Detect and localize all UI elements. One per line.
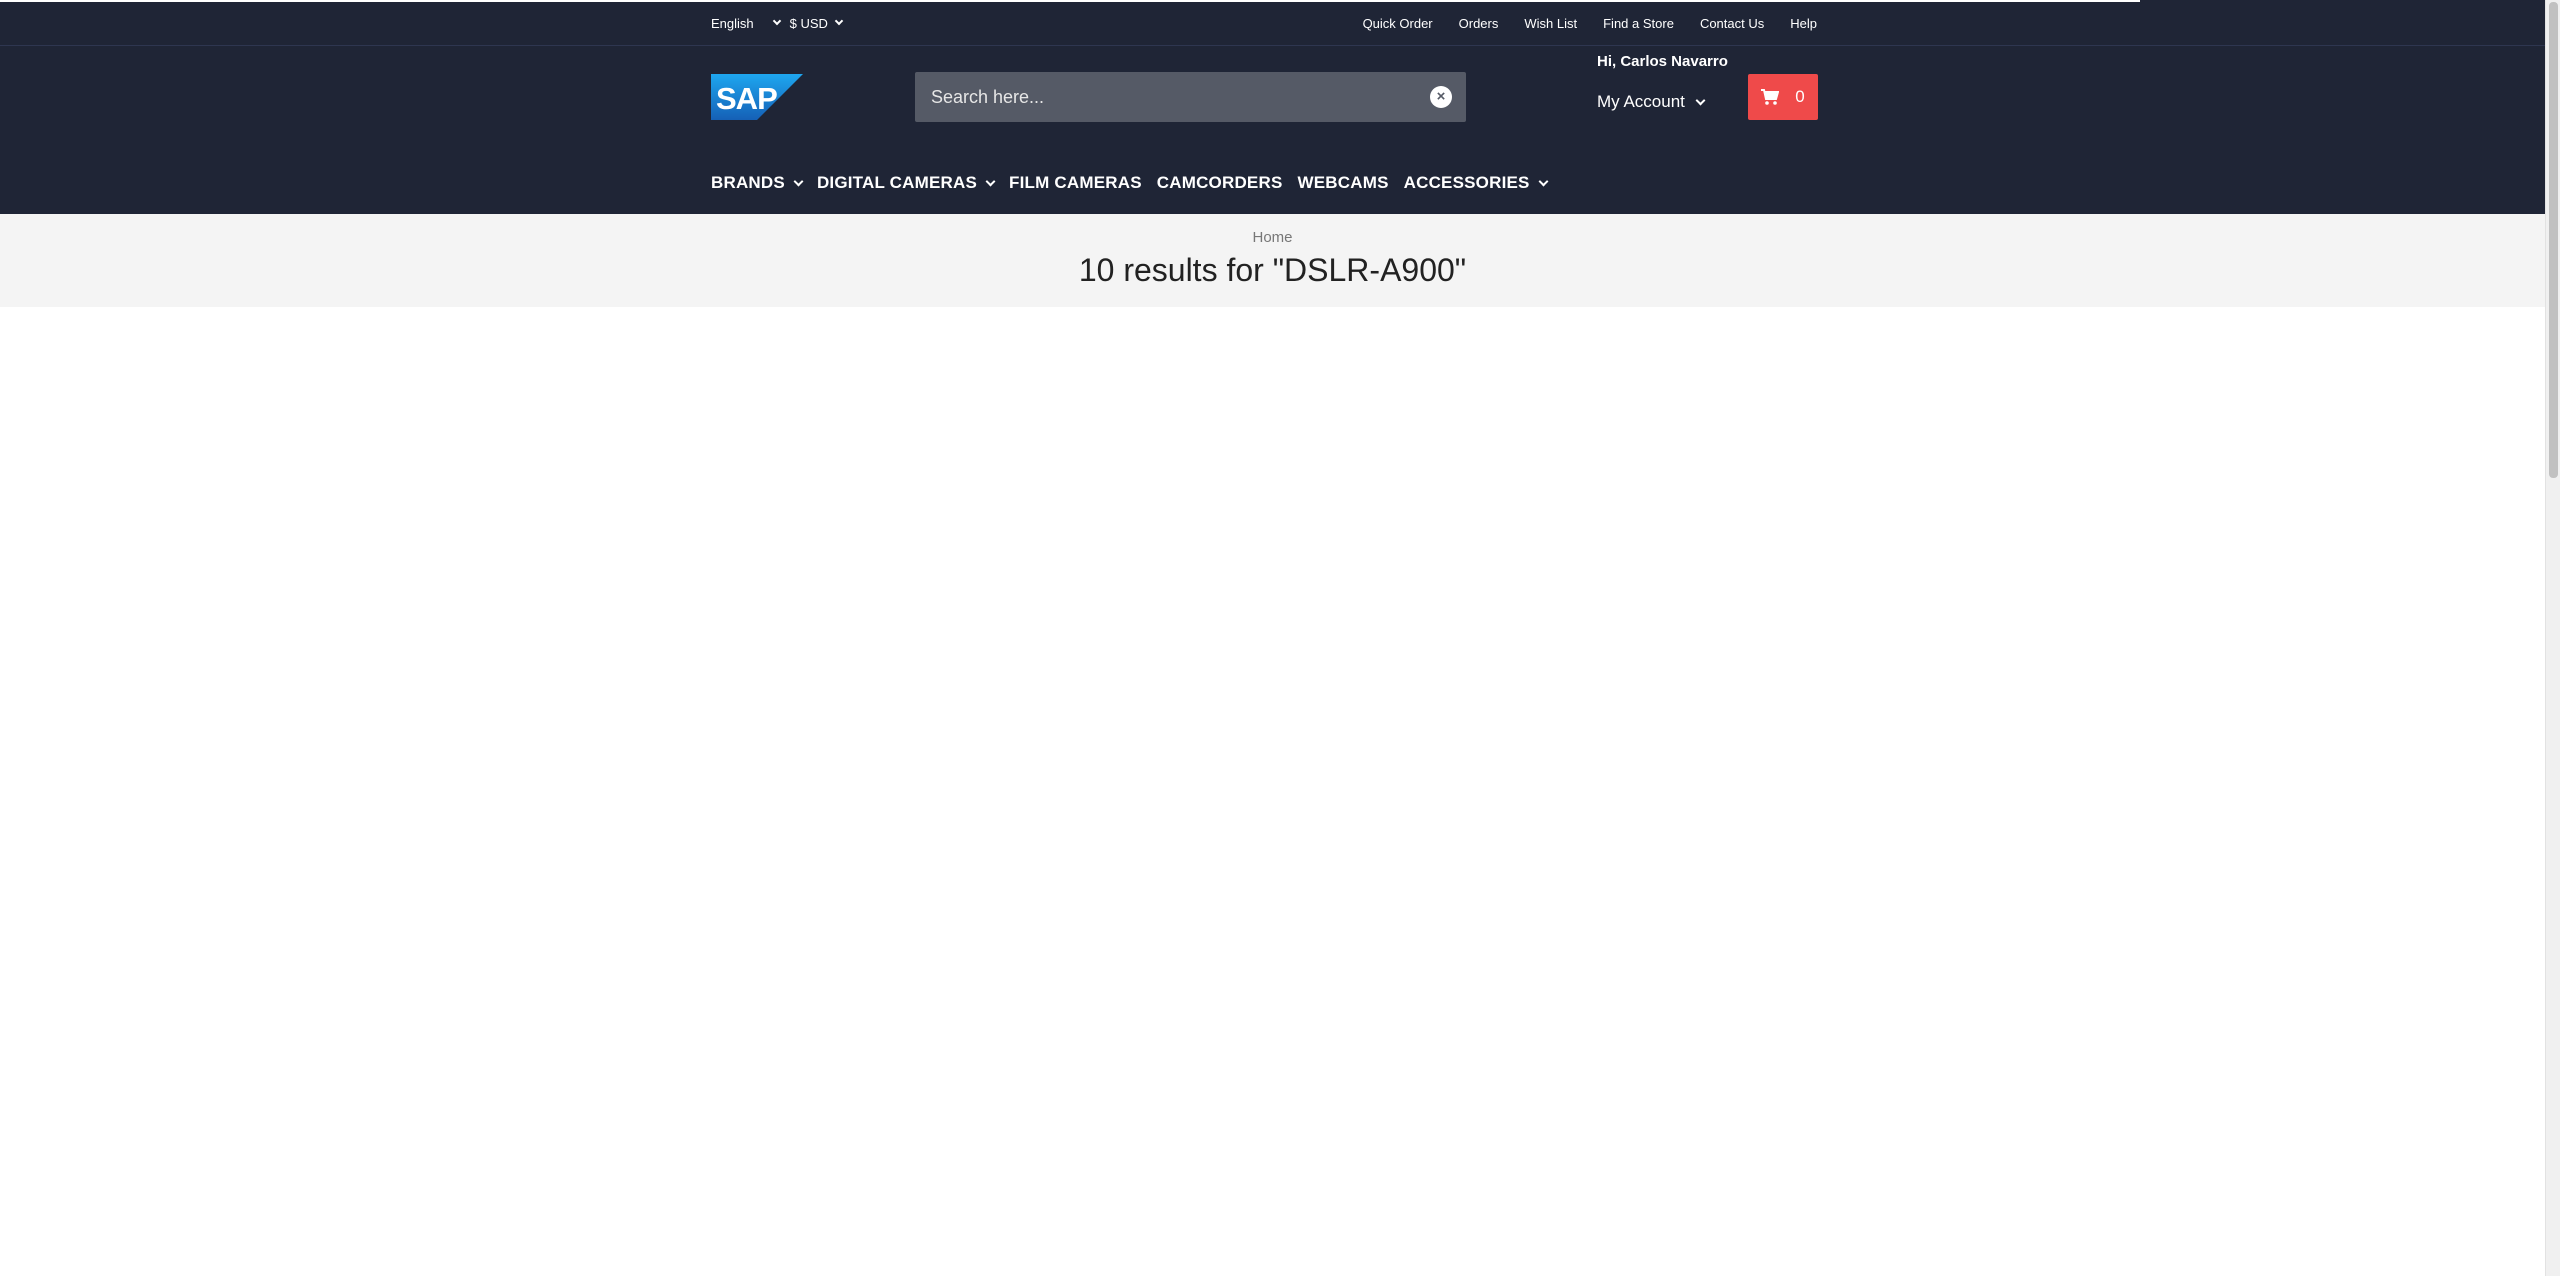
category-nav: BRANDS DIGITAL CAMERAS FILM CAMERAS CAMC…: [711, 168, 1549, 198]
sap-logo[interactable]: SAP: [711, 74, 803, 120]
nav-item-label: DIGITAL CAMERAS: [816, 173, 978, 192]
contact-us-link[interactable]: Contact Us: [1700, 16, 1764, 31]
my-account-label: My Account: [1597, 92, 1685, 111]
chevron-down-icon: [793, 176, 804, 186]
find-a-store-link[interactable]: Find a Store: [1603, 16, 1674, 31]
nav-item-label: FILM CAMERAS: [1009, 173, 1142, 192]
nav-item-film-cameras[interactable]: FILM CAMERAS: [1009, 173, 1142, 193]
svg-text:SAP: SAP: [716, 81, 777, 116]
wish-list-link[interactable]: Wish List: [1524, 16, 1577, 31]
nav-item-label: ACCESSORIES: [1403, 173, 1530, 192]
nav-item-label: WEBCAMS: [1297, 173, 1389, 192]
nav-item-webcams[interactable]: WEBCAMS: [1298, 173, 1389, 193]
utility-inner: English $ USD Quick Order Orders Wish Li…: [711, 0, 1817, 46]
utility-links: Quick Order Orders Wish List Find a Stor…: [1363, 16, 1817, 31]
breadcrumb-home-link[interactable]: Home: [1252, 229, 1292, 246]
search-box: ×: [915, 72, 1466, 122]
cart-icon: [1761, 89, 1780, 105]
sap-logo-icon: SAP: [711, 74, 803, 120]
loading-bar: [0, 0, 2140, 2]
help-link[interactable]: Help: [1790, 16, 1817, 31]
cart-count: 0: [1795, 87, 1805, 106]
language-select[interactable]: English: [711, 15, 781, 31]
nav-item-camcorders[interactable]: CAMCORDERS: [1157, 173, 1283, 193]
breadcrumb: Home: [0, 229, 2545, 246]
vertical-scrollbar[interactable]: [2545, 0, 2560, 1276]
page-title: 10 results for "DSLR-A900": [1078, 252, 1467, 288]
nav-item-brands[interactable]: BRANDS: [711, 173, 804, 193]
currency-label: $ USD: [789, 15, 828, 31]
nav-item-accessories[interactable]: ACCESSORIES: [1403, 173, 1549, 193]
cart-button[interactable]: 0: [1748, 74, 1818, 120]
nav-item-label: CAMCORDERS: [1156, 173, 1283, 192]
locale-selectors: English $ USD: [711, 15, 844, 31]
chevron-down-icon: [1538, 176, 1549, 186]
currency-select[interactable]: $ USD: [789, 15, 844, 31]
clear-search-icon[interactable]: ×: [1430, 86, 1452, 108]
search-input[interactable]: [929, 85, 1430, 109]
nav-item-label: BRANDS: [711, 173, 785, 192]
language-label: English: [711, 15, 754, 31]
chevron-down-icon: [1695, 95, 1706, 105]
quick-order-link[interactable]: Quick Order: [1363, 16, 1433, 31]
chevron-down-icon: [834, 16, 844, 26]
nav-item-digital-cameras[interactable]: DIGITAL CAMERAS: [816, 173, 996, 193]
page-title-band: Home 10 results for "DSLR-A900": [0, 214, 2545, 307]
scrollbar-thumb[interactable]: [2549, 2, 2558, 478]
orders-link[interactable]: Orders: [1459, 16, 1499, 31]
my-account-menu[interactable]: My Account: [1597, 92, 1706, 112]
page: English $ USD Quick Order Orders Wish Li…: [0, 0, 2560, 1276]
chevron-down-icon: [985, 176, 996, 186]
site-header: SAP × Hi, Carlos Navarro My Account 0 BR…: [0, 46, 2545, 214]
chevron-down-icon: [772, 16, 781, 26]
utility-bar: English $ USD Quick Order Orders Wish Li…: [0, 0, 2545, 46]
user-greeting: Hi, Carlos Navarro: [1597, 53, 1728, 70]
